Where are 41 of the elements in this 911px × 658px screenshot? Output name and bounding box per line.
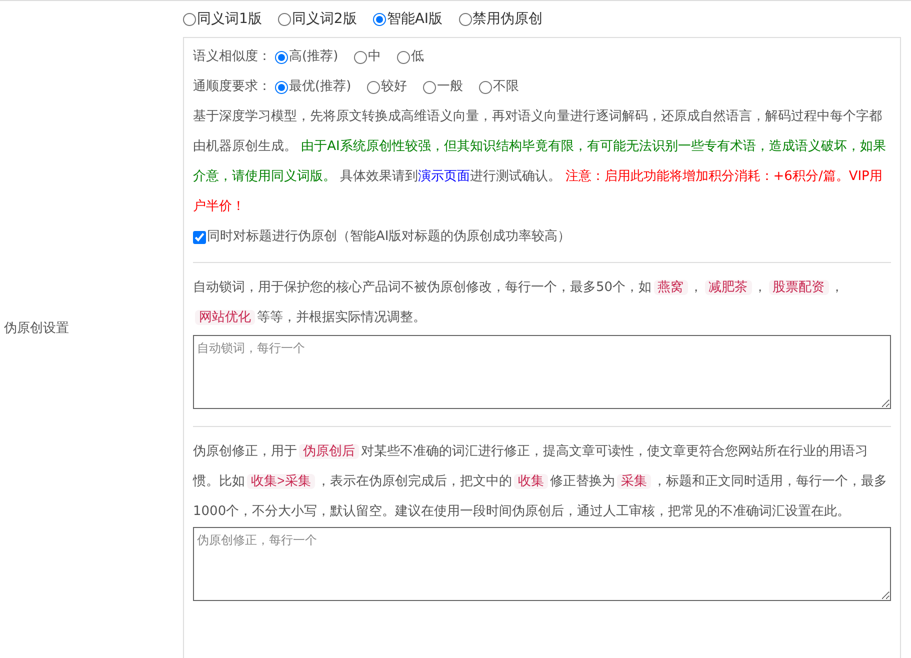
keyword-tag: 收集>采集 [247, 474, 315, 488]
radio-option[interactable]: 同义词2版 [278, 9, 357, 30]
radio-option[interactable]: 最优(推荐) [275, 77, 352, 97]
radio-icon [183, 13, 196, 26]
keyword-tag: 收集 [514, 474, 548, 488]
radio-option[interactable]: 不限 [479, 77, 520, 97]
radio-option[interactable]: 高(推荐) [275, 47, 338, 67]
radio-icon [458, 13, 472, 26]
radio-option[interactable]: 低 [397, 47, 424, 67]
section-label: 伪原创设置 [4, 320, 70, 338]
title-checkbox[interactable]: 同时对标题进行伪原创（智能AI版对标题的伪原创成功率较高） [193, 222, 891, 252]
radio-option[interactable]: 一般 [423, 77, 464, 97]
radio-icon [372, 13, 386, 26]
keyword-tag: 网站优化 [195, 310, 255, 325]
demo-page-link[interactable]: 演示页面 [418, 169, 470, 184]
radio-option[interactable]: 中 [354, 47, 382, 67]
radio-option[interactable]: 智能AI版 [372, 9, 443, 30]
radio-icon [397, 50, 410, 64]
checkbox[interactable] [193, 230, 206, 244]
radio-icon [275, 80, 288, 94]
keyword-tag: 伪原创后 [299, 444, 359, 458]
keyword-tag: 股票配资 [768, 280, 829, 295]
option-label: 通顺度要求： [193, 78, 271, 96]
correction-text: 伪原创修正，用于 伪原创后 对某些不准确的词汇进行修正，提高文章可读性，使文章更符合您网站所在行业的用语习惯。比如 收集>采集 ，表示在伪原创完成后，把文中的 收集 修正替换为 采集 ，标题和正文同时适用，每行一个，最多1000个，不分大小写，默认留空。建议在使用一段时间伪原创后，通过人工审核，把常见的不准确词汇设置在此。 [193, 442, 888, 520]
radio-icon [479, 80, 492, 94]
radio-icon [367, 80, 380, 94]
radio-icon [278, 13, 291, 26]
radio-option[interactable]: 禁用伪原创 [458, 9, 543, 30]
radio-option[interactable]: 同义词1版 [183, 9, 262, 30]
radio-icon [423, 80, 436, 94]
keyword-tag: 采集 [616, 474, 651, 488]
correction-field[interactable]: 伪原创修正，每行一个 [193, 526, 891, 600]
description-text: 基于深度学习模型，先将原文转换成高维语义向量，再对语义向量进行逐词解码，还原成自然语言，解码过程中每个字都由机器原创生成。 由于AI系统原创性较强，但其知识结构毕竟有限，有可能无法识别一些专有术语，造成语义破坏，如果介意，请使用同义词版。 具体效果请到演示页面进行测试确认。 注意：启用此功能将增加积分消耗：+6积分/篇。VIP用户半价！ [193, 108, 887, 216]
radio-icon [354, 50, 368, 64]
keyword-tag: 减肥茶 [704, 280, 752, 295]
radio-option[interactable]: 较好 [367, 77, 408, 97]
keyword-tag: 燕窝 [654, 280, 688, 295]
radio-icon [275, 50, 288, 64]
option-label: 语义相似度： [193, 48, 271, 66]
lock-words-field[interactable]: 自动锁词，每行一个 [193, 335, 891, 409]
lock-words-text: 自动锁词，用于保护您的核心产品词不被伪原创修改，每行一个，最多50个，如 燕窝 ， 减肥茶 ， 股票配资 ， 网站优化 等等，并根据实际情况调整。 [193, 279, 845, 327]
